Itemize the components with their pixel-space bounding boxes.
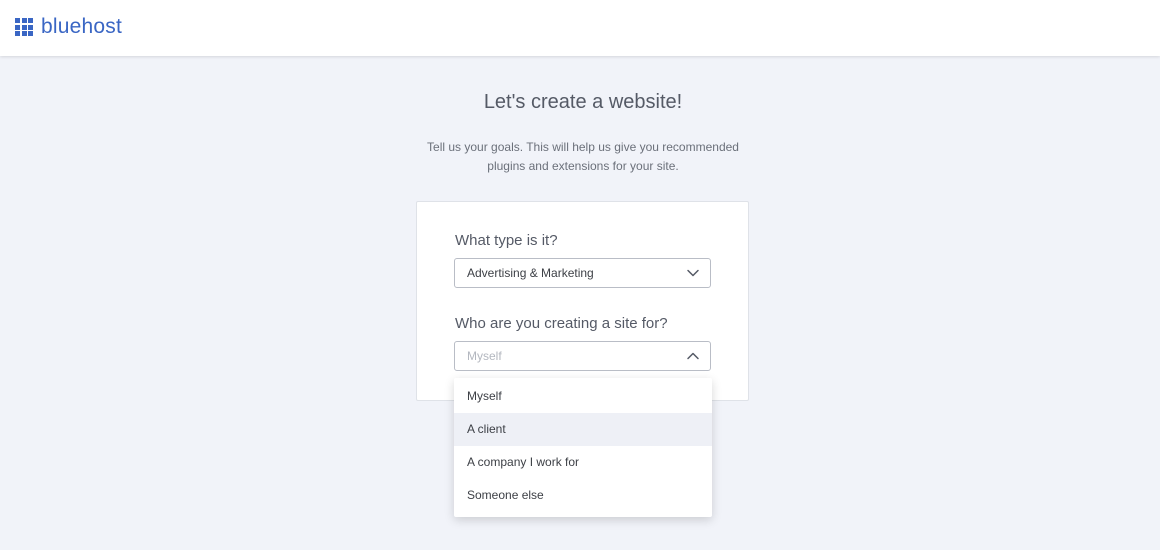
page-subtitle: Tell us your goals. This will help us gi… bbox=[0, 138, 1160, 176]
logo-grid-icon bbox=[15, 18, 33, 36]
option-myself[interactable]: Myself bbox=[454, 380, 712, 413]
subtitle-line-2: plugins and extensions for your site. bbox=[487, 159, 679, 173]
site-for-placeholder: Myself bbox=[467, 349, 502, 363]
site-for-label: Who are you creating a site for? bbox=[455, 315, 668, 332]
site-for-select[interactable]: Myself bbox=[454, 341, 711, 371]
chevron-down-icon bbox=[687, 269, 699, 277]
logo-text: bluehost bbox=[41, 15, 122, 38]
bluehost-logo[interactable]: bluehost bbox=[15, 15, 122, 39]
site-for-dropdown-menu: Myself A client A company I work for Som… bbox=[454, 378, 712, 517]
option-company-i-work-for[interactable]: A company I work for bbox=[454, 446, 712, 479]
top-navbar: bluehost bbox=[0, 0, 1160, 56]
option-a-client[interactable]: A client bbox=[454, 413, 712, 446]
chevron-up-icon bbox=[687, 352, 699, 360]
subtitle-line-1: Tell us your goals. This will help us gi… bbox=[427, 140, 739, 154]
site-type-value: Advertising & Marketing bbox=[467, 266, 594, 280]
page-title: Let's create a website! bbox=[483, 91, 683, 113]
site-goals-card: What type is it? Advertising & Marketing… bbox=[416, 201, 749, 401]
site-type-label: What type is it? bbox=[455, 232, 558, 249]
option-someone-else[interactable]: Someone else bbox=[454, 479, 712, 512]
site-type-select[interactable]: Advertising & Marketing bbox=[454, 258, 711, 288]
